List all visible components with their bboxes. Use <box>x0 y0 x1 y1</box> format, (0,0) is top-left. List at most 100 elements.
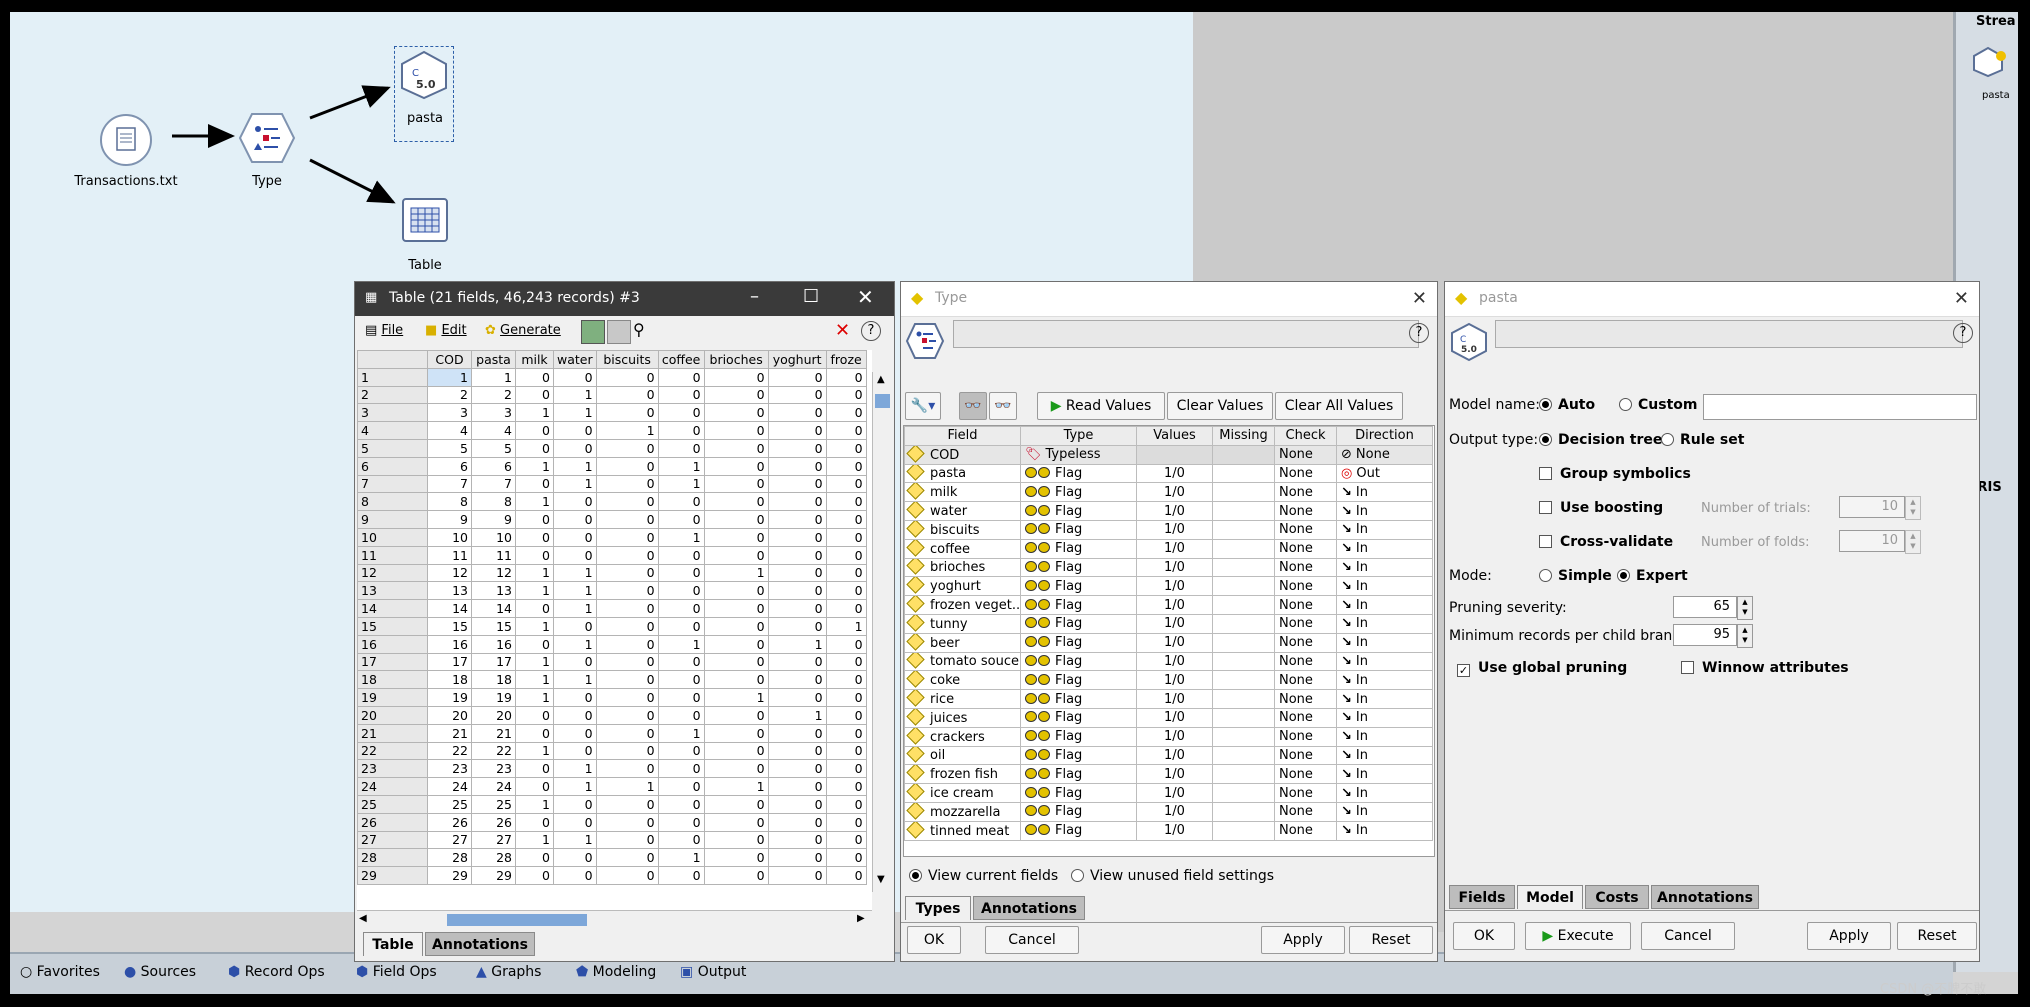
column-header[interactable]: coffee <box>657 350 705 369</box>
field-missing-cell[interactable] <box>1212 482 1275 503</box>
table-cell[interactable]: 0 <box>553 812 597 832</box>
table-cell[interactable]: 0 <box>703 759 769 779</box>
table-cell[interactable]: 1 <box>427 367 472 387</box>
table-cell[interactable]: 0 <box>703 848 769 868</box>
row-number[interactable]: 8 <box>357 492 428 512</box>
table-cell[interactable]: 19 <box>471 688 516 707</box>
field-direction-cell[interactable]: ↘ In <box>1336 783 1433 803</box>
row-number[interactable]: 1 <box>357 367 428 387</box>
field-direction-cell[interactable]: ↘ In <box>1336 501 1433 521</box>
field-types-table[interactable]: Field Type Values Missing Check Direction COD… <box>904 426 1433 841</box>
field-row[interactable]: frozen veget... Flag 1/0 None ↘ In <box>904 595 1433 615</box>
palette-tab-output[interactable]: ▣ Output <box>674 962 752 988</box>
table-cell[interactable]: 0 <box>703 616 769 636</box>
table-cell[interactable]: 0 <box>515 527 554 547</box>
table-cell[interactable]: 0 <box>825 688 867 707</box>
table-cell[interactable]: 0 <box>595 599 659 618</box>
table-cell[interactable]: 0 <box>595 527 659 547</box>
field-row[interactable]: water Flag 1/0 None ↘ In <box>904 501 1433 521</box>
cancel-button[interactable]: Cancel <box>1641 922 1735 950</box>
table-cell[interactable]: 0 <box>703 830 769 850</box>
table-cell[interactable]: 10 <box>471 527 516 547</box>
table-cell[interactable]: 1 <box>553 634 597 654</box>
ok-button[interactable]: OK <box>1453 922 1515 950</box>
field-missing-cell[interactable] <box>1212 501 1275 521</box>
field-check-cell[interactable]: None <box>1274 482 1337 503</box>
table-cell[interactable]: 0 <box>553 652 597 672</box>
min-records-input[interactable]: 95 <box>1673 624 1737 646</box>
field-values-cell[interactable]: 1/0 <box>1136 463 1213 484</box>
table-cell[interactable]: 0 <box>825 599 867 618</box>
table-cell[interactable]: 0 <box>515 705 554 725</box>
field-check-cell[interactable]: None <box>1274 444 1337 465</box>
table-cell[interactable]: 0 <box>825 759 867 779</box>
table-cell[interactable]: 1 <box>553 599 597 618</box>
table-cell[interactable]: 0 <box>515 848 554 868</box>
close-icon[interactable]: ✕ <box>857 285 874 309</box>
table-cell[interactable]: 0 <box>767 563 827 583</box>
table-cell[interactable]: 18 <box>427 670 472 690</box>
field-name-cell[interactable]: rice <box>904 689 1021 709</box>
field-values-cell[interactable] <box>1136 444 1213 465</box>
field-row[interactable]: juices Flag 1/0 None ↘ In <box>904 707 1433 728</box>
table-cell[interactable]: 1 <box>657 634 705 654</box>
table-cell[interactable]: 2 <box>427 385 472 405</box>
table-cell[interactable]: 11 <box>427 545 472 565</box>
field-name-cell[interactable]: milk <box>904 482 1021 503</box>
field-type-cell[interactable]: Flag <box>1020 595 1137 615</box>
table-cell[interactable]: 0 <box>595 634 659 654</box>
field-direction-cell[interactable]: ↘ In <box>1336 670 1433 691</box>
field-row[interactable]: tinned meat Flag 1/0 None ↘ In <box>904 820 1433 841</box>
table-cell[interactable]: 0 <box>595 830 659 850</box>
field-row[interactable]: COD 🏷 Typeless None ⊘ None <box>904 444 1433 465</box>
column-header[interactable]: froze <box>825 350 867 369</box>
type-column-header[interactable]: Direction <box>1336 426 1433 446</box>
field-type-cell[interactable]: Flag <box>1020 783 1137 803</box>
row-number[interactable]: 14 <box>357 599 428 618</box>
row-number[interactable]: 5 <box>357 438 428 458</box>
clear-all-values-button[interactable]: Clear All Values <box>1275 392 1403 420</box>
table-cell[interactable]: 3 <box>427 403 472 423</box>
table-cell[interactable]: 13 <box>427 581 472 601</box>
table-cell[interactable]: 1 <box>553 474 597 494</box>
field-missing-cell[interactable] <box>1212 595 1275 615</box>
table-cell[interactable]: 0 <box>825 581 867 601</box>
table-cell[interactable]: 6 <box>427 456 472 476</box>
table-cell[interactable]: 0 <box>703 403 769 423</box>
field-direction-cell[interactable]: ⊘ None <box>1336 444 1433 465</box>
mode-expert-radio[interactable]: Expert <box>1617 568 1688 584</box>
table-cell[interactable]: 1 <box>515 670 554 690</box>
table-cell[interactable]: 0 <box>767 492 827 512</box>
field-values-cell[interactable]: 1/0 <box>1136 726 1213 747</box>
table-cell[interactable]: 5 <box>427 438 472 458</box>
table-row[interactable]: 3331100000 <box>357 403 867 423</box>
table-cell[interactable]: 1 <box>515 492 554 512</box>
table-cell[interactable]: 0 <box>595 492 659 512</box>
field-values-cell[interactable]: 1/0 <box>1136 764 1213 785</box>
table-cell[interactable]: 8 <box>427 492 472 512</box>
field-type-cell[interactable]: Flag <box>1020 820 1137 841</box>
table-cell[interactable]: 0 <box>703 723 769 743</box>
use-global-pruning-checkbox[interactable]: ✓ Use global pruning <box>1457 660 1627 677</box>
table-cell[interactable]: 17 <box>427 652 472 672</box>
table-cell[interactable]: 15 <box>471 616 516 636</box>
hscroll-thumb[interactable] <box>447 914 587 926</box>
table-cell[interactable]: 0 <box>515 474 554 494</box>
table-cell[interactable]: 0 <box>595 652 659 672</box>
table-row[interactable]: 8881000000 <box>357 492 867 512</box>
table-cell[interactable]: 0 <box>657 403 705 423</box>
view-current-fields-radio[interactable]: View current fields <box>909 868 1058 884</box>
field-direction-cell[interactable]: ↘ In <box>1336 576 1433 597</box>
table-row[interactable]: 27 27 27 1 1 0 0 0 0 0 <box>357 830 867 850</box>
table-cell[interactable]: 8 <box>471 492 516 512</box>
field-direction-cell[interactable]: ↘ In <box>1336 538 1433 559</box>
row-number[interactable]: 7 <box>357 474 428 494</box>
table-cell[interactable]: 0 <box>825 670 867 690</box>
decision-tree-radio[interactable]: Decision tree <box>1539 432 1662 448</box>
column-header[interactable]: pasta <box>471 350 516 369</box>
table-cell[interactable]: 0 <box>703 438 769 458</box>
table-cell[interactable]: 7 <box>427 474 472 494</box>
tab-annotations[interactable]: Annotations <box>1651 885 1759 909</box>
table-row[interactable]: 16 16 16 0 1 0 1 0 1 0 <box>357 634 867 654</box>
table-cell[interactable]: 1 <box>515 688 554 707</box>
